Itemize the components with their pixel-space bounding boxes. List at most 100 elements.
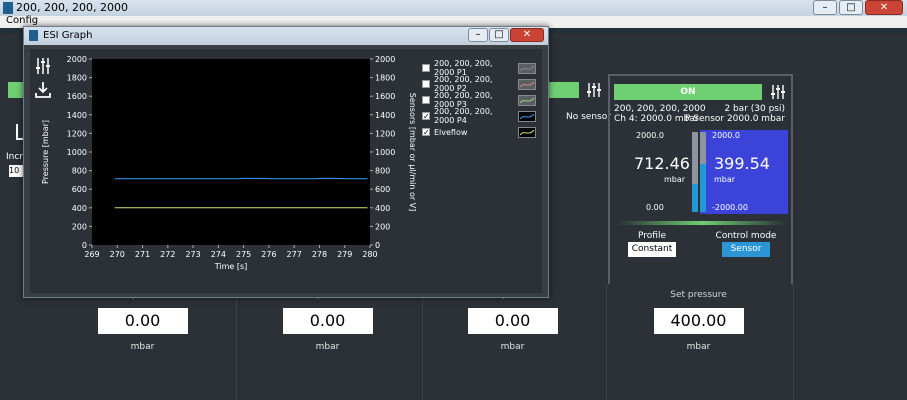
legend-checkbox[interactable]: [422, 96, 430, 104]
set-pressure-unit: mbar: [500, 342, 525, 352]
pressure-min: 0.00: [646, 203, 664, 212]
set-pressure-input[interactable]: 0.00: [467, 308, 558, 334]
channel1-set-pressure: Set pressure 0.00 mbar: [50, 290, 235, 352]
x-tick-label: 277: [287, 250, 302, 259]
y-tick-label: 800: [72, 167, 87, 176]
y2-tick-label: 800: [375, 167, 390, 176]
plot-area: [92, 59, 370, 245]
menu-config[interactable]: Config: [6, 15, 38, 26]
y2-tick-label: 1400: [375, 111, 395, 120]
column-divider: [793, 284, 794, 400]
y-tick-label: 1200: [67, 129, 87, 138]
channel3-settings-icon[interactable]: [586, 82, 602, 98]
x-tick-label: 275: [236, 250, 251, 259]
window-titlebar: 200, 200, 200, 2000 – □ ✕: [0, 0, 907, 16]
dialog-minimize-button[interactable]: –: [468, 28, 488, 42]
set-pressure-input[interactable]: 400.00: [653, 308, 744, 334]
y2-tick-label: 1200: [375, 129, 395, 138]
x-axis-label: Time [s]: [214, 262, 248, 271]
legend-checkbox[interactable]: [422, 80, 430, 88]
profile-label: Profile: [638, 231, 666, 241]
legend-checkbox[interactable]: ✓: [422, 128, 430, 137]
x-tick-label: 273: [185, 250, 200, 259]
sensor-display: 2000.0 -2000.00 399.54 mbar: [700, 130, 788, 214]
dialog-maximize-button[interactable]: □: [489, 28, 509, 42]
sensor-max: 2000.0: [712, 131, 740, 140]
set-pressure-unit: mbar: [315, 342, 340, 352]
pressure-max: 2000.0: [636, 131, 664, 140]
channel4-on-button[interactable]: ON: [614, 84, 762, 100]
channel4-range: 2 bar (30 psi): [724, 104, 785, 114]
legend-item[interactable]: ✓ 200, 200, 200, 2000 P4: [422, 107, 536, 125]
legend-color-swatch[interactable]: [518, 94, 536, 106]
y-tick-label: 1000: [67, 148, 87, 157]
x-tick-label: 278: [312, 250, 327, 259]
pressure-level-bar: [692, 132, 698, 212]
pressure-value: 712.46: [634, 154, 690, 173]
active-indicator: [618, 221, 786, 225]
y2-tick-label: 1800: [375, 74, 395, 83]
legend-item[interactable]: 200, 200, 200, 2000 P1: [422, 59, 536, 77]
channel4-settings-icon[interactable]: [770, 84, 786, 100]
sensor-level-fill: [700, 164, 706, 212]
y-tick-label: 2000: [67, 55, 87, 64]
set-pressure-unit: mbar: [686, 342, 711, 352]
set-pressure-label: Set pressure: [670, 290, 727, 300]
y2-axis-label: Sensors [mbar or µl/min or V]: [408, 93, 417, 212]
close-button[interactable]: ✕: [865, 0, 903, 15]
legend-color-swatch[interactable]: [518, 78, 536, 90]
maximize-button[interactable]: □: [839, 0, 863, 15]
x-tick-label: 279: [337, 250, 352, 259]
y2-tick-label: 600: [375, 185, 390, 194]
x-tick-label: 272: [160, 250, 175, 259]
x-tick-label: 269: [84, 250, 99, 259]
legend-label: 200, 200, 200, 2000 P4: [434, 107, 493, 125]
y-tick-label: 1600: [67, 92, 87, 101]
channel3-on-bar[interactable]: [549, 82, 579, 98]
window-title: 200, 200, 200, 2000: [16, 1, 128, 14]
channel3-sensor-status: No sensor: [566, 112, 611, 122]
y-axis-label: Pressure [mbar]: [41, 120, 50, 184]
set-pressure-input[interactable]: 0.00: [97, 308, 188, 334]
legend-item[interactable]: 200, 200, 200, 2000 P2: [422, 75, 536, 93]
minimize-button[interactable]: –: [813, 0, 837, 15]
y2-tick-label: 0: [375, 241, 380, 250]
y2-tick-label: 200: [375, 222, 390, 231]
legend-label: Elveflow: [434, 127, 468, 137]
y-tick-label: 400: [72, 204, 87, 213]
legend-checkbox[interactable]: ✓: [422, 112, 430, 121]
legend-color-swatch[interactable]: [518, 126, 536, 138]
legend-checkbox[interactable]: [422, 64, 430, 72]
channel3-set-pressure: Set pressure 0.00 mbar: [420, 290, 605, 352]
set-pressure-unit: mbar: [130, 342, 155, 352]
legend-color-swatch[interactable]: [518, 62, 536, 74]
x-tick-label: 271: [135, 250, 150, 259]
legend-item[interactable]: ✓ Elveflow: [422, 125, 536, 139]
dialog-close-button[interactable]: ✕: [510, 28, 544, 42]
set-pressure-input[interactable]: 0.00: [282, 308, 373, 334]
app-icon: [3, 2, 13, 14]
dialog-title: ESI Graph: [43, 30, 93, 41]
y-tick-label: 1800: [67, 74, 87, 83]
legend-item[interactable]: 200, 200, 200, 2000 P3: [422, 91, 536, 109]
sensor-value: 399.54: [714, 154, 770, 173]
x-tick-label: 270: [110, 250, 125, 259]
sensor-unit: mbar: [714, 175, 736, 184]
y2-tick-label: 2000: [375, 55, 395, 64]
pressure-unit: mbar: [664, 175, 686, 184]
channel4-sensor-info: P Sensor 2000.0 mbar: [684, 114, 785, 124]
control-mode-button[interactable]: Sensor: [722, 242, 770, 257]
sensor-level-bar: [700, 132, 706, 212]
profile-button[interactable]: Constant: [628, 242, 676, 257]
pressure-display: 2000.0 0.00 712.46 mbar: [614, 130, 698, 214]
legend-color-swatch[interactable]: [518, 110, 536, 122]
esi-graph-dialog: ESI Graph – □ ✕ 269 270 271 272 273 274 275 276…: [23, 26, 549, 298]
y-tick-label: 600: [72, 185, 87, 194]
increment-input[interactable]: 10: [9, 165, 23, 177]
x-tick-label: 274: [211, 250, 226, 259]
x-tick-label: 276: [261, 250, 276, 259]
y2-tick-label: 1000: [375, 148, 395, 157]
channel2-set-pressure: Set pressure 0.00 mbar: [235, 290, 420, 352]
y-tick-label: 200: [72, 222, 87, 231]
y2-tick-label: 1600: [375, 92, 395, 101]
